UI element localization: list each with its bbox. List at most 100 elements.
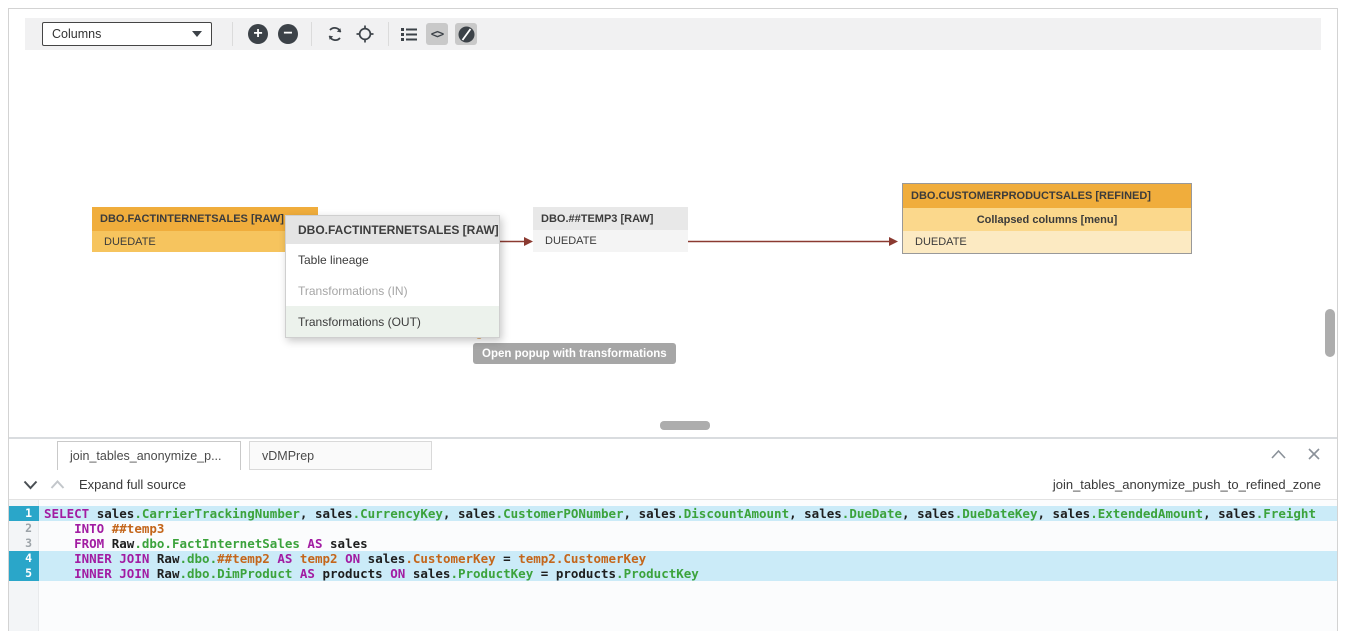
code-token (44, 566, 74, 581)
diagram-toolbar: Columns + − <> (25, 18, 1321, 50)
contrast-icon (457, 25, 476, 44)
code-token: ##temp3 (112, 521, 165, 536)
list-icon (400, 26, 418, 42)
tab-vdmprep[interactable]: vDMPrep (249, 441, 432, 470)
code-token: products (322, 566, 382, 581)
code-view-button[interactable]: <> (426, 23, 448, 45)
code-token: , sales (300, 506, 353, 521)
tooltip: Open popup with transformations (473, 343, 676, 364)
column-row-duedate[interactable]: DUEDATE (533, 230, 688, 252)
plus-circle-icon: + (248, 24, 268, 44)
source-panel: join_tables_anonymize_p... vDMPrep Expan… (9, 439, 1337, 631)
list-view-button[interactable] (398, 23, 420, 45)
code-token: sales (368, 551, 406, 566)
line-number: 4 (9, 551, 39, 566)
code-token: .CustomerKey (405, 551, 495, 566)
code-lines: 1SELECT sales.CarrierTrackingNumber, sal… (9, 500, 1337, 581)
code-token: AS (270, 551, 300, 566)
zoom-in-button[interactable]: + (247, 23, 269, 45)
chevron-down-icon[interactable] (23, 480, 38, 490)
chevron-up-icon[interactable] (50, 480, 65, 490)
code-token: Raw (157, 551, 180, 566)
code-icon: <> (431, 27, 443, 41)
code-token: Raw (157, 566, 180, 581)
sql-source-viewer[interactable]: 1SELECT sales.CarrierTrackingNumber, sal… (9, 500, 1337, 631)
code-token: ON (338, 551, 368, 566)
code-token: .CurrencyKey (353, 506, 443, 521)
code-token (44, 536, 74, 551)
columns-dropdown-value: Columns (52, 27, 101, 41)
code-token: INTO (74, 521, 112, 536)
table-node-header[interactable]: DBO.##TEMP3 [RAW] (533, 207, 688, 230)
code-line[interactable]: 4 INNER JOIN Raw.dbo.##temp2 AS temp2 ON… (9, 551, 1337, 566)
center-view-button[interactable] (354, 23, 376, 45)
refresh-icon (326, 25, 344, 43)
menu-item-table-lineage[interactable]: Table lineage (286, 244, 499, 275)
code-token: sales (413, 566, 451, 581)
code-token: temp2 (300, 551, 338, 566)
code-token: .ProductKey (450, 566, 533, 581)
code-token: .DueDate (842, 506, 902, 521)
code-line[interactable]: 1SELECT sales.CarrierTrackingNumber, sal… (9, 506, 1337, 521)
code-text: INNER JOIN Raw.dbo.##temp2 AS temp2 ON s… (39, 551, 1337, 566)
code-token: , sales (1038, 506, 1091, 521)
code-token: temp2.CustomerKey (518, 551, 646, 566)
zoom-out-button[interactable]: − (277, 23, 299, 45)
code-token: FROM (74, 536, 112, 551)
code-token: .ProductKey (616, 566, 699, 581)
chevron-down-icon (192, 31, 202, 37)
code-token: .ExtendedAmount (1090, 506, 1203, 521)
code-token: AS (292, 566, 322, 581)
close-panel-button[interactable] (1307, 447, 1321, 461)
code-text: SELECT sales.CarrierTrackingNumber, sale… (39, 506, 1337, 521)
code-token: .DiscountAmount (676, 506, 789, 521)
code-token: INNER JOIN (74, 551, 157, 566)
code-token: , sales (624, 506, 677, 521)
line-number: 2 (9, 521, 39, 536)
code-token: SELECT (44, 506, 97, 521)
source-subbar: Expand full source join_tables_anonymize… (9, 470, 1337, 500)
code-token: .dbo.DimProduct (179, 566, 292, 581)
minus-circle-icon: − (278, 24, 298, 44)
code-token (44, 551, 74, 566)
column-row-duedate[interactable]: DUEDATE (903, 231, 1191, 253)
code-token: .CarrierTrackingNumber (134, 506, 300, 521)
crosshair-icon (356, 25, 374, 43)
code-token: sales (97, 506, 135, 521)
lineage-canvas[interactable]: DBO.FACTINTERNETSALES [RAW] DUEDATE DBO.… (9, 51, 1337, 437)
toolbar-separator (232, 22, 233, 46)
code-token: , sales (902, 506, 955, 521)
vertical-scrollbar-thumb[interactable] (1325, 309, 1335, 357)
code-text: FROM Raw.dbo.FactInternetSales AS sales (39, 536, 1337, 551)
source-name-label: join_tables_anonymize_push_to_refined_zo… (1053, 477, 1321, 492)
code-token: .dbo.FactInternetSales (134, 536, 300, 551)
tab-join-tables-anonymize[interactable]: join_tables_anonymize_p... (57, 441, 241, 470)
horizontal-scrollbar-thumb[interactable] (660, 421, 710, 430)
table-node-temp3[interactable]: DBO.##TEMP3 [RAW] DUEDATE (533, 207, 688, 252)
code-line[interactable]: 3 FROM Raw.dbo.FactInternetSales AS sale… (9, 536, 1337, 551)
menu-item-transformations-out[interactable]: Transformations (OUT) (286, 306, 499, 337)
context-menu-title: DBO.FACTINTERNETSALES [RAW] (286, 216, 499, 244)
code-token: .dbo. (179, 551, 217, 566)
code-text: INTO ##temp3 (39, 521, 1337, 536)
code-line[interactable]: 5 INNER JOIN Raw.dbo.DimProduct AS produ… (9, 566, 1337, 581)
menu-item-transformations-in: Transformations (IN) (286, 275, 499, 306)
toolbar-separator (388, 22, 389, 46)
contrast-toggle-button[interactable] (455, 23, 477, 45)
columns-dropdown[interactable]: Columns (42, 22, 212, 46)
code-token: .DueDateKey (955, 506, 1038, 521)
table-node-header[interactable]: DBO.CUSTOMERPRODUCTSALES [REFINED] (903, 184, 1191, 208)
context-menu: DBO.FACTINTERNETSALES [RAW] Table lineag… (285, 215, 500, 338)
table-node-customerproductsales[interactable]: DBO.CUSTOMERPRODUCTSALES [REFINED] Colla… (902, 183, 1192, 254)
collapse-panel-button[interactable] (1270, 449, 1287, 460)
collapsed-columns-menu[interactable]: Collapsed columns [menu] (903, 208, 1191, 231)
refresh-button[interactable] (324, 23, 346, 45)
code-token: = (533, 566, 556, 581)
code-token: sales (330, 536, 368, 551)
code-line[interactable]: 2 INTO ##temp3 (9, 521, 1337, 536)
line-number: 3 (9, 536, 39, 551)
expand-full-source-link[interactable]: Expand full source (79, 477, 186, 492)
toolbar-separator (311, 22, 312, 46)
line-number: 5 (9, 566, 39, 581)
code-token: ON (383, 566, 413, 581)
